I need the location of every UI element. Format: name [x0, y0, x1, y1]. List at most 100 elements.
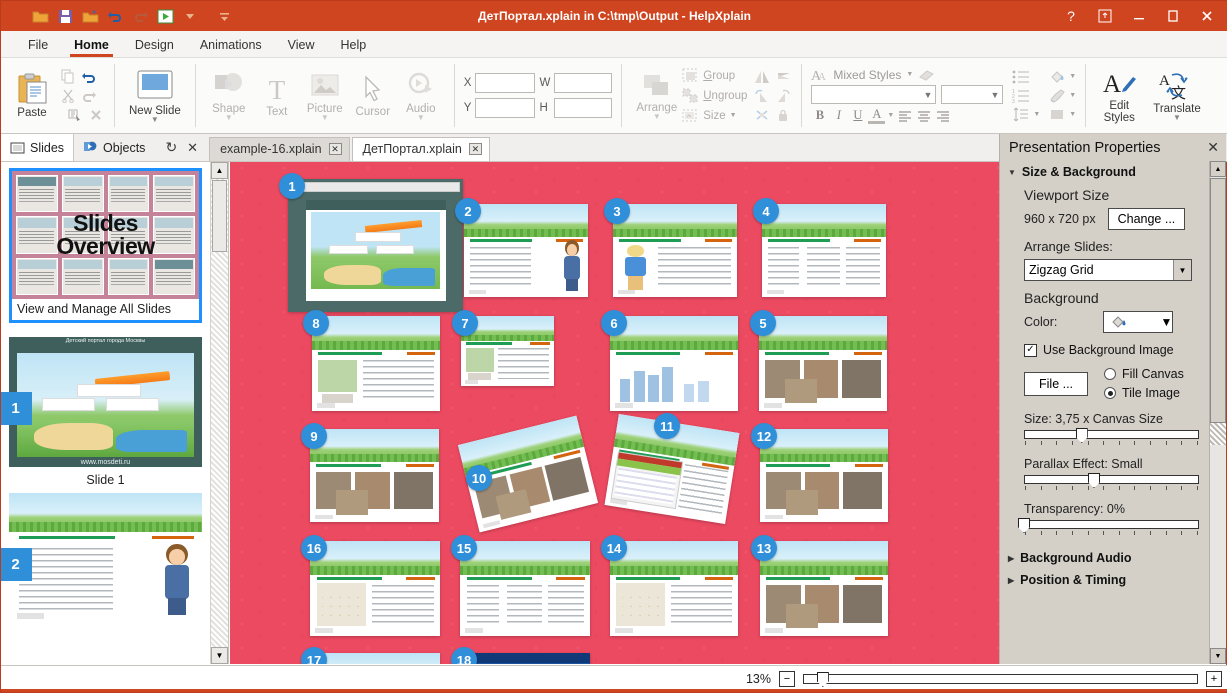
- arrange-caret-icon[interactable]: ▼: [653, 112, 661, 120]
- canvas-slide-17[interactable]: [310, 653, 440, 664]
- translate-button[interactable]: A 文 Translate ▼: [1148, 69, 1206, 123]
- help-button[interactable]: ?: [1054, 1, 1088, 31]
- translate-caret-icon[interactable]: ▼: [1173, 113, 1181, 121]
- present-dropdown-icon[interactable]: [179, 5, 201, 27]
- background-file-button[interactable]: File ...: [1024, 371, 1089, 396]
- numbered-list-icon[interactable]: 123: [1012, 87, 1030, 105]
- slides-sidebar-scroll-up-icon[interactable]: ▲: [211, 162, 228, 179]
- properties-scroll-down-icon[interactable]: ▼: [1210, 648, 1226, 664]
- parallax-effect-slider[interactable]: [1024, 473, 1199, 488]
- canvas-slide-4[interactable]: [762, 204, 886, 297]
- panel-tab-slides[interactable]: Slides: [1, 134, 75, 161]
- present-icon[interactable]: [154, 5, 176, 27]
- canvas-slide-6[interactable]: [610, 316, 738, 411]
- canvas-slide-8[interactable]: [312, 316, 440, 411]
- slides-canvas[interactable]: 1 2 3 4 8 7 6 5 9 10 11 12 16 15 14 13 17 18: [230, 162, 999, 664]
- tile-image-radio[interactable]: Tile Image: [1104, 386, 1184, 400]
- refresh-icon[interactable]: ↻: [165, 139, 177, 156]
- background-size-slider[interactable]: [1024, 428, 1199, 443]
- h-input[interactable]: [554, 98, 613, 118]
- shape-fill-icon[interactable]: [1048, 68, 1066, 86]
- italic-button[interactable]: I: [830, 107, 847, 124]
- section-background-audio-expand-icon[interactable]: ▶: [1008, 554, 1014, 563]
- align-center-button[interactable]: [915, 107, 932, 124]
- new-slide-caret-icon[interactable]: ▼: [151, 115, 159, 123]
- brush-icon[interactable]: [1048, 87, 1066, 105]
- properties-scrollbar[interactable]: ▲ ▼: [1209, 161, 1226, 664]
- bullet-list-icon[interactable]: [1012, 68, 1030, 86]
- edit-styles-button[interactable]: A Edit Styles: [1095, 66, 1143, 126]
- arrange-slides-chevron-down-icon[interactable]: ▼: [1173, 260, 1191, 280]
- section-position-timing-expand-icon[interactable]: ▶: [1008, 576, 1014, 585]
- document-tab-detportal[interactable]: ДетПортал.xplain ✕: [351, 137, 490, 161]
- slides-sidebar-scroll-thumb[interactable]: [212, 180, 227, 252]
- open-icon[interactable]: [29, 5, 51, 27]
- font-color-caret-icon[interactable]: ▼: [887, 112, 894, 119]
- zoom-in-button[interactable]: +: [1206, 671, 1222, 687]
- properties-scroll-thumb[interactable]: [1210, 178, 1226, 423]
- line-spacing-caret-icon[interactable]: ▼: [1033, 111, 1040, 118]
- properties-scroll-up-icon[interactable]: ▲: [1210, 161, 1226, 177]
- canvas-slide-9[interactable]: [310, 429, 439, 522]
- canvas-slide-5[interactable]: [759, 316, 887, 411]
- transparency-slider[interactable]: [1018, 518, 1199, 533]
- underline-button[interactable]: U: [849, 107, 866, 124]
- arrange-button[interactable]: Arrange ▼: [631, 70, 682, 122]
- y-input[interactable]: [475, 98, 536, 118]
- new-slide-button[interactable]: New Slide ▼: [124, 67, 186, 125]
- undo-icon[interactable]: [104, 5, 126, 27]
- audio-button[interactable]: Audio ▼: [397, 69, 445, 123]
- close-panel-icon[interactable]: ✕: [187, 140, 198, 156]
- document-tab-example16[interactable]: example-16.xplain ✕: [209, 137, 350, 161]
- align-left-button[interactable]: [896, 107, 913, 124]
- section-background-audio[interactable]: ▶ Background Audio: [1002, 547, 1209, 569]
- font-color-button[interactable]: A: [868, 107, 886, 124]
- fill-canvas-radio[interactable]: Fill Canvas: [1104, 367, 1184, 381]
- arrange-slides-select[interactable]: Zigzag Grid ▼: [1024, 259, 1192, 281]
- canvas-slide-1[interactable]: [288, 179, 463, 312]
- qat-overflow-icon[interactable]: [213, 5, 235, 27]
- viewport-change-button[interactable]: Change ...: [1107, 208, 1186, 230]
- canvas-slide-12[interactable]: [760, 429, 888, 522]
- canvas-slide-3[interactable]: [613, 204, 737, 297]
- ribbon-tab-view[interactable]: View: [275, 35, 328, 57]
- font-family-select[interactable]: ▼: [811, 85, 937, 104]
- audio-caret-icon[interactable]: ▼: [417, 113, 425, 121]
- picture-caret-icon[interactable]: ▼: [321, 113, 329, 121]
- document-tab-detportal-close-icon[interactable]: ✕: [468, 143, 482, 155]
- size-caret-icon[interactable]: ▼: [730, 112, 737, 119]
- x-input[interactable]: [475, 73, 536, 93]
- properties-close-icon[interactable]: ✕: [1207, 139, 1219, 156]
- slides-sidebar-scroll-down-icon[interactable]: ▼: [211, 647, 228, 664]
- sidebar-slide-2[interactable]: 2: [1, 493, 202, 623]
- ribbon-tab-file[interactable]: File: [15, 35, 61, 57]
- text-button[interactable]: T Text: [253, 72, 301, 120]
- w-input[interactable]: [554, 73, 613, 93]
- ribbon-tab-animations[interactable]: Animations: [187, 35, 275, 57]
- canvas-slide-13[interactable]: [760, 541, 888, 636]
- canvas-slide-18[interactable]: [460, 653, 590, 664]
- document-tab-example16-close-icon[interactable]: ✕: [328, 143, 342, 155]
- align-right-button[interactable]: [934, 107, 951, 124]
- line-spacing-icon[interactable]: [1012, 106, 1030, 124]
- canvas-slide-14[interactable]: [610, 541, 738, 636]
- fill-color-caret-icon[interactable]: ▼: [1069, 111, 1076, 118]
- ribbon-tab-help[interactable]: Help: [328, 35, 380, 57]
- background-color-picker[interactable]: ▼: [1103, 311, 1174, 333]
- undo-small-icon[interactable]: [80, 68, 98, 86]
- ribbon-tab-home[interactable]: Home: [61, 35, 122, 57]
- canvas-slide-16[interactable]: [310, 541, 440, 636]
- fill-color-icon[interactable]: [1048, 106, 1066, 124]
- close-button[interactable]: [1190, 1, 1224, 31]
- zoom-slider[interactable]: [803, 672, 1198, 687]
- bold-button[interactable]: B: [811, 107, 828, 124]
- paste-button[interactable]: Paste: [8, 71, 56, 121]
- shape-caret-icon[interactable]: ▼: [225, 113, 233, 121]
- shape-button[interactable]: Shape ▼: [205, 69, 253, 123]
- canvas-slide-15[interactable]: [460, 541, 590, 636]
- font-size-select[interactable]: ▼: [941, 85, 1004, 104]
- save-icon[interactable]: [54, 5, 76, 27]
- zoom-out-button[interactable]: −: [779, 671, 795, 687]
- background-color-chevron-down-icon[interactable]: ▼: [1160, 315, 1172, 329]
- ungroup-button[interactable]: Ungroup: [682, 86, 747, 105]
